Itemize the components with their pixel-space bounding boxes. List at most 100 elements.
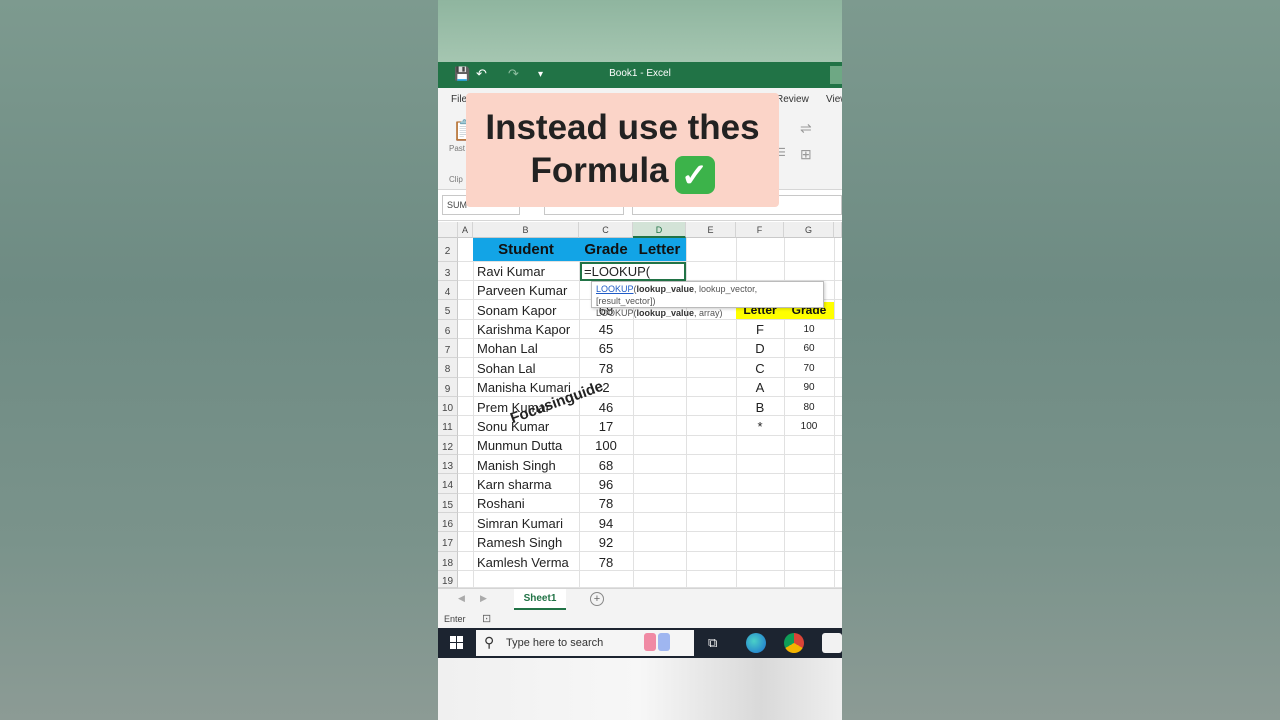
- lookup-letter-cell[interactable]: B: [736, 400, 784, 415]
- macro-record-icon[interactable]: ⊡: [482, 612, 491, 625]
- account-button[interactable]: [830, 66, 842, 84]
- grade-cell[interactable]: 17: [579, 419, 633, 434]
- row-header-10[interactable]: 10: [438, 397, 458, 416]
- grade-cell[interactable]: 78: [579, 496, 633, 511]
- tooltip-fn-1[interactable]: LOOKUP: [596, 284, 634, 294]
- lookup-letter-cell[interactable]: A: [736, 380, 784, 395]
- student-name-cell[interactable]: Sohan Lal: [477, 361, 536, 376]
- grade-cell[interactable]: 46: [579, 400, 633, 415]
- row-header-15[interactable]: 15: [438, 494, 458, 513]
- tooltip-line-1[interactable]: LOOKUP(lookup_value, lookup_vector, [res…: [596, 283, 819, 307]
- student-name-cell[interactable]: Sonam Kapor: [477, 303, 557, 318]
- check-mark-icon: ✓: [674, 156, 715, 194]
- row-header-9[interactable]: 9: [438, 378, 458, 397]
- row-header-17[interactable]: 17: [438, 532, 458, 552]
- student-name-cell[interactable]: Ramesh Singh: [477, 535, 562, 550]
- student-name-cell[interactable]: Parveen Kumar: [477, 283, 567, 298]
- column-header-a[interactable]: A: [458, 222, 473, 238]
- store-icon[interactable]: [822, 633, 842, 653]
- lookup-letter-cell[interactable]: F: [736, 322, 784, 337]
- lookup-grade-cell[interactable]: 60: [784, 343, 834, 354]
- header-grade[interactable]: Grade: [579, 238, 633, 261]
- column-header-e[interactable]: E: [686, 222, 736, 238]
- gridline-horizontal: [458, 396, 842, 397]
- gridline-horizontal: [458, 473, 842, 474]
- lookup-grade-cell[interactable]: 10: [784, 324, 834, 335]
- lookup-letter-cell[interactable]: D: [736, 341, 784, 356]
- column-header-f[interactable]: F: [736, 222, 784, 238]
- student-name-cell[interactable]: Roshani: [477, 496, 525, 511]
- task-view-icon[interactable]: ⧉: [708, 635, 728, 655]
- grade-cell[interactable]: 78: [579, 361, 633, 376]
- column-header-d[interactable]: D: [633, 222, 686, 238]
- wrap-text-icon[interactable]: ⇌: [800, 120, 812, 137]
- row-header-6[interactable]: 6: [438, 320, 458, 339]
- row-header-11[interactable]: 11: [438, 416, 458, 436]
- grade-cell[interactable]: 68: [579, 458, 633, 473]
- student-name-cell[interactable]: Karn sharma: [477, 477, 551, 492]
- row-header-2[interactable]: 2: [438, 238, 458, 262]
- edge-browser-icon[interactable]: [746, 633, 766, 653]
- grade-cell[interactable]: 100: [579, 438, 633, 453]
- student-name-cell[interactable]: Simran Kumari: [477, 516, 563, 531]
- windows-start-icon[interactable]: [450, 636, 463, 649]
- row-header-16[interactable]: 16: [438, 513, 458, 532]
- row-header-14[interactable]: 14: [438, 474, 458, 494]
- excel-screen: 💾 ↶ ↷ ▾ Book1 - Excel File Review View 📋…: [438, 0, 842, 720]
- gridline-horizontal: [458, 435, 842, 436]
- gridline-vertical: [473, 238, 474, 588]
- lookup-letter-cell[interactable]: C: [736, 361, 784, 376]
- background-left: [0, 0, 438, 720]
- row-header-18[interactable]: 18: [438, 552, 458, 571]
- row-header-7[interactable]: 7: [438, 339, 458, 358]
- paste-label: Past: [449, 144, 466, 153]
- tooltip-line-2[interactable]: LOOKUP(lookup_value, array): [596, 307, 819, 319]
- grade-cell[interactable]: 45: [579, 322, 633, 337]
- add-sheet-icon[interactable]: +: [590, 592, 604, 606]
- lookup-grade-cell[interactable]: 70: [784, 363, 834, 374]
- student-name-cell[interactable]: Ravi Kumar: [477, 264, 545, 279]
- taskbar-search-box[interactable]: ⚲ Type here to search: [476, 630, 694, 656]
- row-header-4[interactable]: 4: [438, 281, 458, 300]
- grade-cell[interactable]: 92: [579, 535, 633, 550]
- bottom-background: [438, 658, 842, 720]
- column-header-h[interactable]: [834, 222, 842, 238]
- row-header-8[interactable]: 8: [438, 358, 458, 378]
- grade-cell[interactable]: 65: [579, 341, 633, 356]
- student-name-cell[interactable]: Karishma Kapor: [477, 322, 570, 337]
- column-header-c[interactable]: C: [579, 222, 633, 238]
- lookup-grade-cell[interactable]: 100: [784, 421, 834, 432]
- lookup-grade-cell[interactable]: 90: [784, 382, 834, 393]
- student-name-cell[interactable]: Kamlesh Verma: [477, 555, 569, 570]
- lookup-grade-cell[interactable]: 80: [784, 402, 834, 413]
- grade-cell[interactable]: 96: [579, 477, 633, 492]
- merge-icon[interactable]: ⊞: [800, 146, 812, 163]
- column-header-g[interactable]: G: [784, 222, 834, 238]
- student-name-cell[interactable]: Manish Singh: [477, 458, 556, 473]
- header-student[interactable]: Student: [473, 238, 579, 261]
- tab-view[interactable]: View: [826, 94, 842, 105]
- student-name-cell[interactable]: Mohan Lal: [477, 341, 538, 356]
- next-sheet-icon[interactable]: ▶: [480, 593, 487, 604]
- header-letter[interactable]: Letter: [633, 238, 686, 261]
- row-header-5[interactable]: 5: [438, 300, 458, 320]
- grade-cell[interactable]: 78: [579, 555, 633, 570]
- row-header-3[interactable]: 3: [438, 262, 458, 281]
- row-header-12[interactable]: 12: [438, 436, 458, 455]
- gridline-horizontal: [458, 551, 842, 552]
- column-header-b[interactable]: B: [473, 222, 579, 238]
- tooltip-fn-2[interactable]: LOOKUP: [596, 308, 634, 318]
- row-header-13[interactable]: 13: [438, 455, 458, 474]
- background-right: [842, 0, 1280, 720]
- grade-cell[interactable]: 94: [579, 516, 633, 531]
- tab-sheet1[interactable]: Sheet1: [514, 589, 566, 610]
- prev-sheet-icon[interactable]: ◀: [458, 593, 465, 604]
- select-all-corner[interactable]: [438, 222, 458, 238]
- row-header-19[interactable]: 19: [438, 571, 458, 588]
- chrome-browser-icon[interactable]: [784, 633, 804, 653]
- student-name-cell[interactable]: Munmun Dutta: [477, 438, 562, 453]
- lookup-letter-cell[interactable]: *: [736, 419, 784, 434]
- active-cell-c3[interactable]: =LOOKUP(: [580, 262, 686, 281]
- tab-file[interactable]: File: [451, 94, 467, 105]
- tab-review[interactable]: Review: [776, 94, 809, 105]
